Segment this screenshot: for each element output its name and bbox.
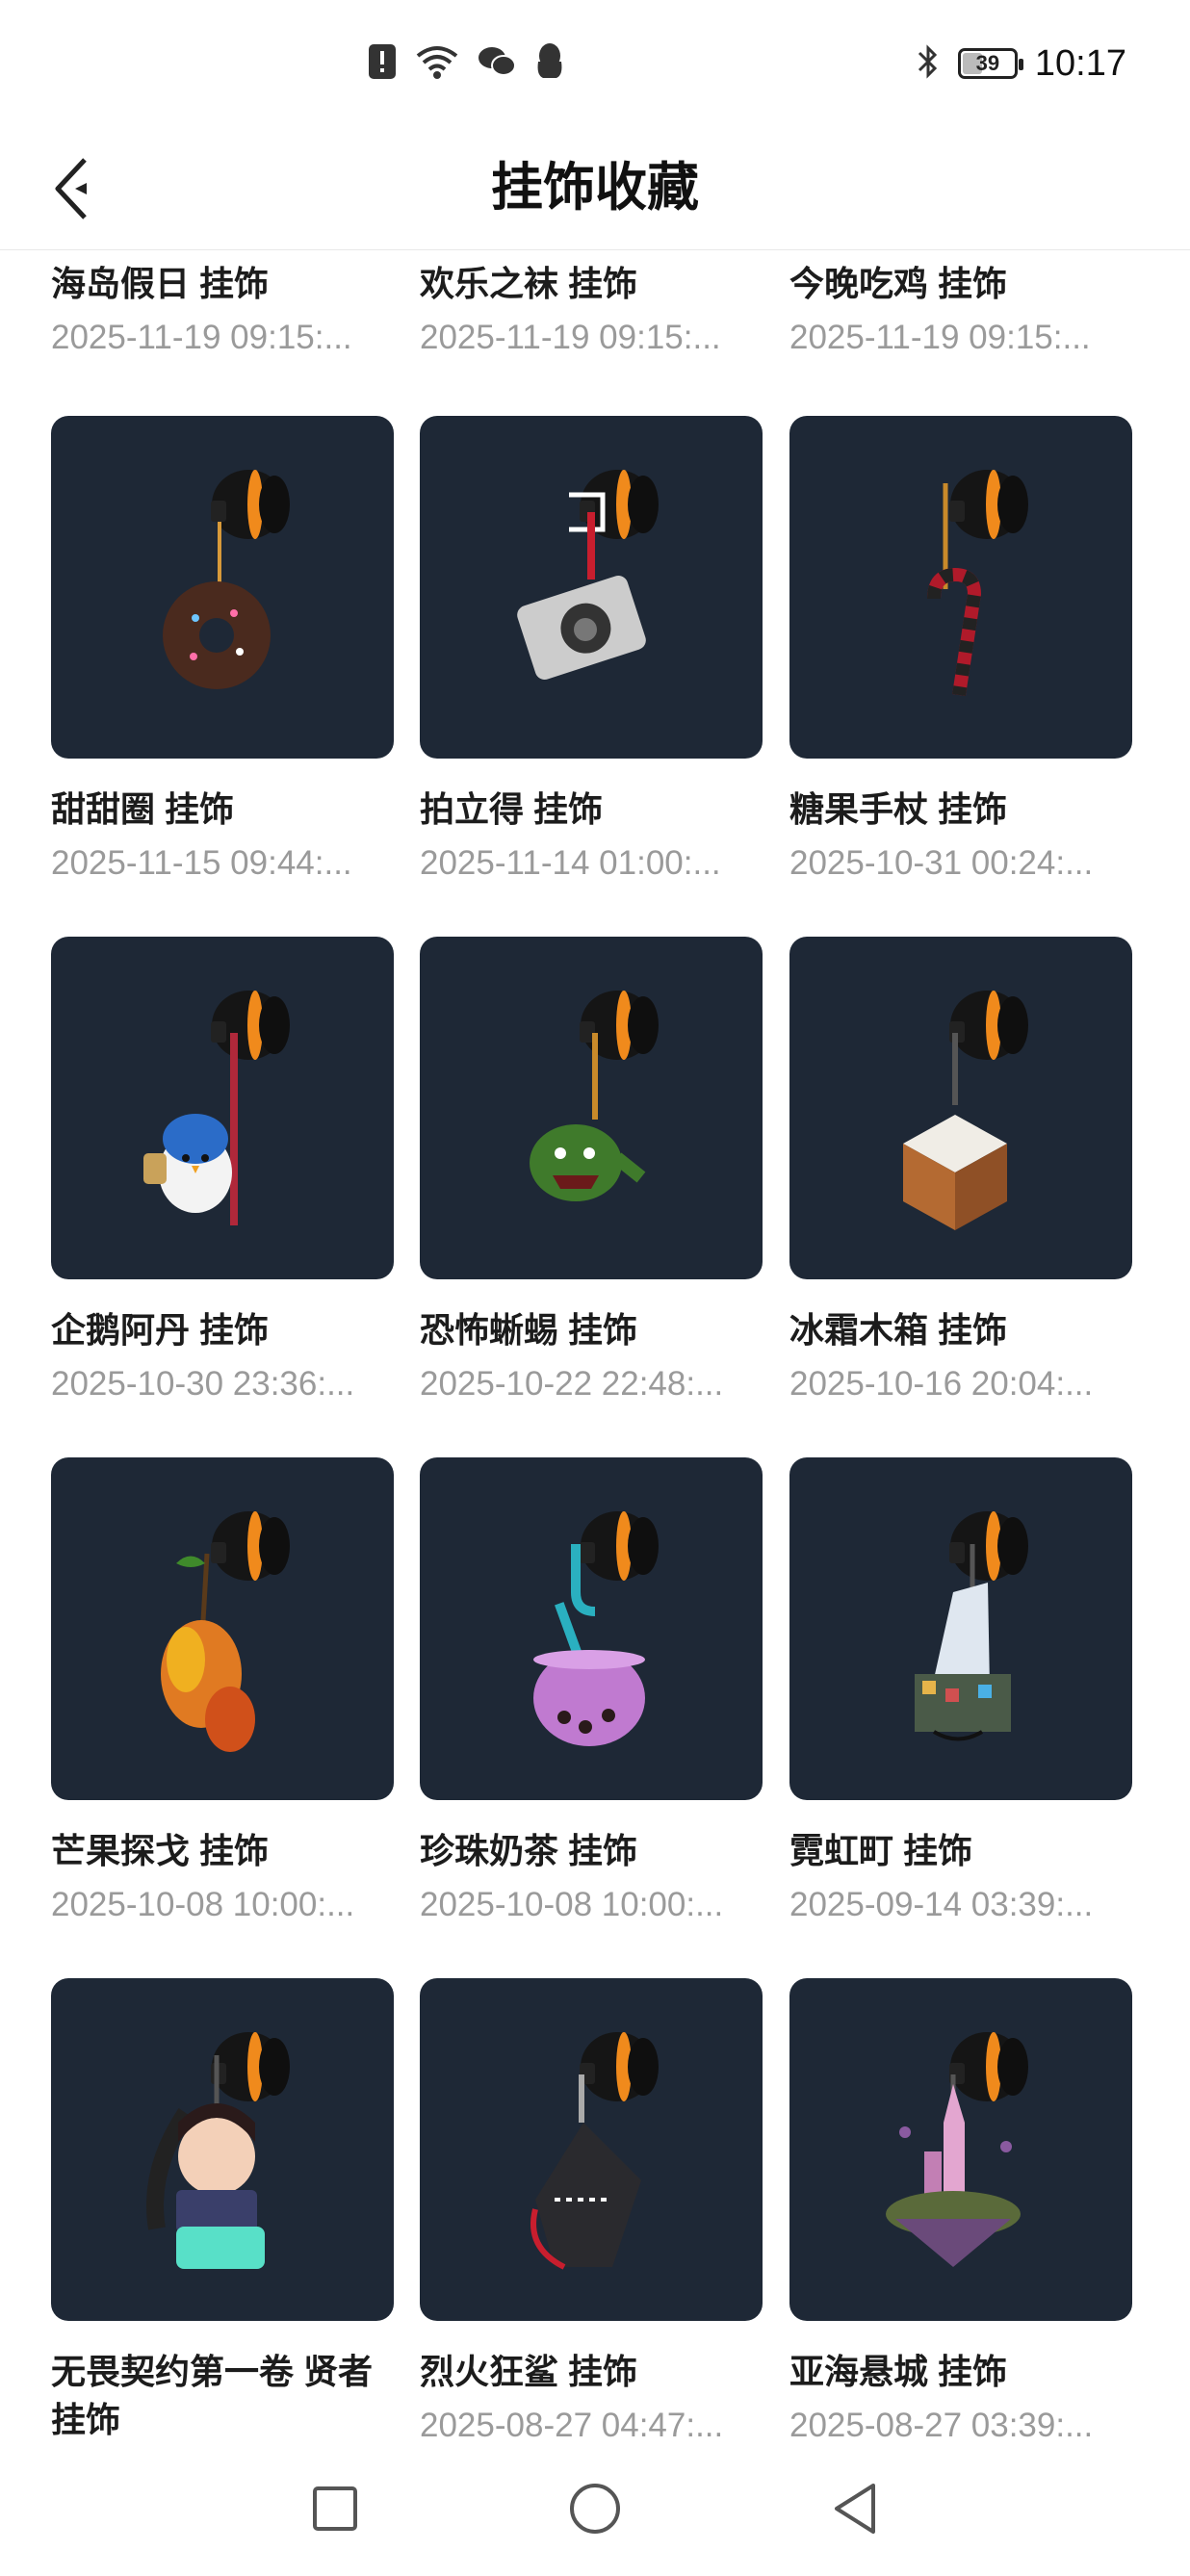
charm-date: 2025-09-14 03:39:... bbox=[789, 1886, 1094, 1923]
charm-item[interactable]: 糖果手杖 挂饰 2025-10-31 00:24:... bbox=[789, 416, 1132, 888]
charm-name: 甜甜圈 挂饰 bbox=[51, 789, 235, 829]
charm-date: 2025-08-27 03:39:... bbox=[789, 2407, 1094, 2441]
penguin-charm-icon bbox=[143, 991, 290, 1225]
charm-name: 恐怖蜥蜴 挂饰 bbox=[420, 1310, 638, 1350]
charm-name: 霓虹町 挂饰 bbox=[789, 1831, 973, 1870]
charm-thumbnail[interactable] bbox=[420, 416, 763, 759]
charm-item[interactable]: 今晚吃鸡 挂饰 2025-11-19 09:15:... bbox=[789, 260, 1132, 362]
charm-item[interactable]: 烈火狂鲨 挂饰 2025-08-27 04:47:... bbox=[420, 1978, 763, 2441]
charm-item[interactable]: 冰霜木箱 挂饰 2025-10-16 20:04:... bbox=[789, 937, 1132, 1408]
sage-charm-icon bbox=[146, 2032, 290, 2269]
qq-icon bbox=[533, 42, 566, 86]
charm-date: 2025-11-14 01:00:... bbox=[420, 844, 721, 882]
status-bar-notifications bbox=[368, 42, 566, 85]
charm-date: 2025-08-27 04:47:... bbox=[420, 2407, 724, 2441]
charm-date: 2025-11-15 09:44:... bbox=[51, 844, 352, 882]
charm-name: 冰霜木箱 挂饰 bbox=[789, 1310, 1008, 1350]
charm-thumbnail[interactable] bbox=[51, 1978, 394, 2321]
wechat-icon bbox=[478, 45, 516, 83]
charm-thumbnail[interactable] bbox=[789, 1978, 1132, 2321]
wifi-icon bbox=[414, 42, 460, 86]
battery-level: 39 bbox=[975, 51, 1000, 75]
battery-indicator: 39 bbox=[957, 48, 1023, 79]
donut-charm-icon bbox=[163, 470, 290, 689]
alert-icon bbox=[368, 43, 397, 85]
charm-thumbnail[interactable] bbox=[789, 416, 1132, 759]
charm-thumbnail[interactable] bbox=[51, 416, 394, 759]
page-title: 挂饰收藏 bbox=[491, 159, 699, 217]
charm-item[interactable]: 珍珠奶茶 挂饰 2025-10-08 10:00:... bbox=[420, 1457, 763, 1929]
triangle-back-icon bbox=[835, 2484, 875, 2534]
circle-home-icon bbox=[570, 2484, 620, 2534]
bluetooth-icon bbox=[916, 42, 941, 86]
charm-item[interactable]: 海岛假日 挂饰 2025-11-19 09:15:... bbox=[51, 260, 394, 362]
charm-date: 2025-10-30 23:36:... bbox=[51, 1365, 355, 1403]
status-bar: 39 10:17 bbox=[0, 0, 1190, 125]
charm-item[interactable]: 欢乐之袜 挂饰 2025-11-19 09:15:... bbox=[420, 260, 763, 362]
status-bar-system: 39 10:17 bbox=[916, 35, 1126, 92]
crate-charm-icon bbox=[903, 991, 1028, 1230]
neon-city-charm-icon bbox=[915, 1511, 1028, 1741]
mango-charm-icon bbox=[161, 1511, 290, 1752]
charm-item[interactable]: 恐怖蜥蜴 挂饰 2025-10-22 22:48:... bbox=[420, 937, 763, 1408]
charm-name: 欢乐之袜 挂饰 bbox=[420, 264, 638, 303]
app-header: 挂饰收藏 bbox=[0, 125, 1190, 250]
charm-date: 2025-11-19 09:15:... bbox=[51, 319, 352, 356]
charm-item[interactable]: 芒果探戈 挂饰 2025-10-08 10:00:... bbox=[51, 1457, 394, 1929]
charm-thumbnail[interactable] bbox=[420, 1978, 763, 2321]
charm-item[interactable]: 亚海悬城 挂饰 2025-08-27 03:39:... bbox=[789, 1978, 1132, 2441]
square-recent-icon bbox=[313, 2486, 357, 2531]
charm-date: 2025-11-19 09:15:... bbox=[789, 319, 1091, 356]
status-time: 10:17 bbox=[1034, 42, 1126, 84]
charm-name: 糖果手杖 挂饰 bbox=[789, 789, 1008, 829]
charm-name: 今晚吃鸡 挂饰 bbox=[789, 264, 1008, 303]
charm-name: 亚海悬城 挂饰 bbox=[789, 2352, 1008, 2391]
charm-thumbnail[interactable] bbox=[789, 937, 1132, 1279]
charm-thumbnail[interactable] bbox=[420, 937, 763, 1279]
charm-name: 珍珠奶茶 挂饰 bbox=[420, 1831, 638, 1870]
charm-item[interactable]: 企鹅阿丹 挂饰 2025-10-30 23:36:... bbox=[51, 937, 394, 1408]
charm-collection-list[interactable]: 海岛假日 挂饰 2025-11-19 09:15:... 欢乐之袜 挂饰 2025-1… bbox=[0, 251, 1190, 2441]
charm-name: 无畏契约第一卷 贤者 挂饰 bbox=[51, 2352, 374, 2439]
nav-back-button[interactable] bbox=[826, 2480, 884, 2537]
shark-charm-icon bbox=[530, 2032, 659, 2270]
system-nav-bar bbox=[0, 2441, 1190, 2576]
charm-date: 2025-10-16 20:04:... bbox=[789, 1365, 1094, 1403]
floating-city-charm-icon bbox=[886, 2032, 1028, 2267]
charm-name: 芒果探戈 挂饰 bbox=[51, 1831, 270, 1870]
charm-thumbnail[interactable] bbox=[420, 1457, 763, 1800]
home-button[interactable] bbox=[566, 2480, 624, 2537]
camera-charm-icon bbox=[517, 470, 659, 680]
bubble-tea-charm-icon bbox=[533, 1511, 659, 1746]
charm-date: 2025-10-08 10:00:... bbox=[51, 1886, 355, 1923]
charm-item[interactable]: 无畏契约第一卷 贤者 挂饰 bbox=[51, 1978, 394, 2441]
charm-date: 2025-11-19 09:15:... bbox=[420, 319, 721, 356]
charm-item[interactable]: 甜甜圈 挂饰 2025-11-15 09:44:... bbox=[51, 416, 394, 888]
charm-item[interactable]: 拍立得 挂饰 2025-11-14 01:00:... bbox=[420, 416, 763, 888]
charm-thumbnail[interactable] bbox=[51, 1457, 394, 1800]
candy-cane-charm-icon bbox=[927, 470, 1028, 697]
lizard-charm-icon bbox=[530, 991, 659, 1201]
charm-date: 2025-10-22 22:48:... bbox=[420, 1365, 724, 1403]
charm-name: 拍立得 挂饰 bbox=[420, 789, 604, 829]
charm-item[interactable]: 霓虹町 挂饰 2025-09-14 03:39:... bbox=[789, 1457, 1132, 1929]
charm-thumbnail[interactable] bbox=[51, 937, 394, 1279]
charm-name: 企鹅阿丹 挂饰 bbox=[51, 1310, 270, 1350]
charm-name: 烈火狂鲨 挂饰 bbox=[420, 2352, 638, 2391]
charm-date: 2025-10-31 00:24:... bbox=[789, 844, 1094, 882]
recent-apps-button[interactable] bbox=[306, 2480, 364, 2537]
charm-name: 海岛假日 挂饰 bbox=[51, 264, 270, 303]
charm-thumbnail[interactable] bbox=[789, 1457, 1132, 1800]
charm-date: 2025-10-08 10:00:... bbox=[420, 1886, 724, 1923]
